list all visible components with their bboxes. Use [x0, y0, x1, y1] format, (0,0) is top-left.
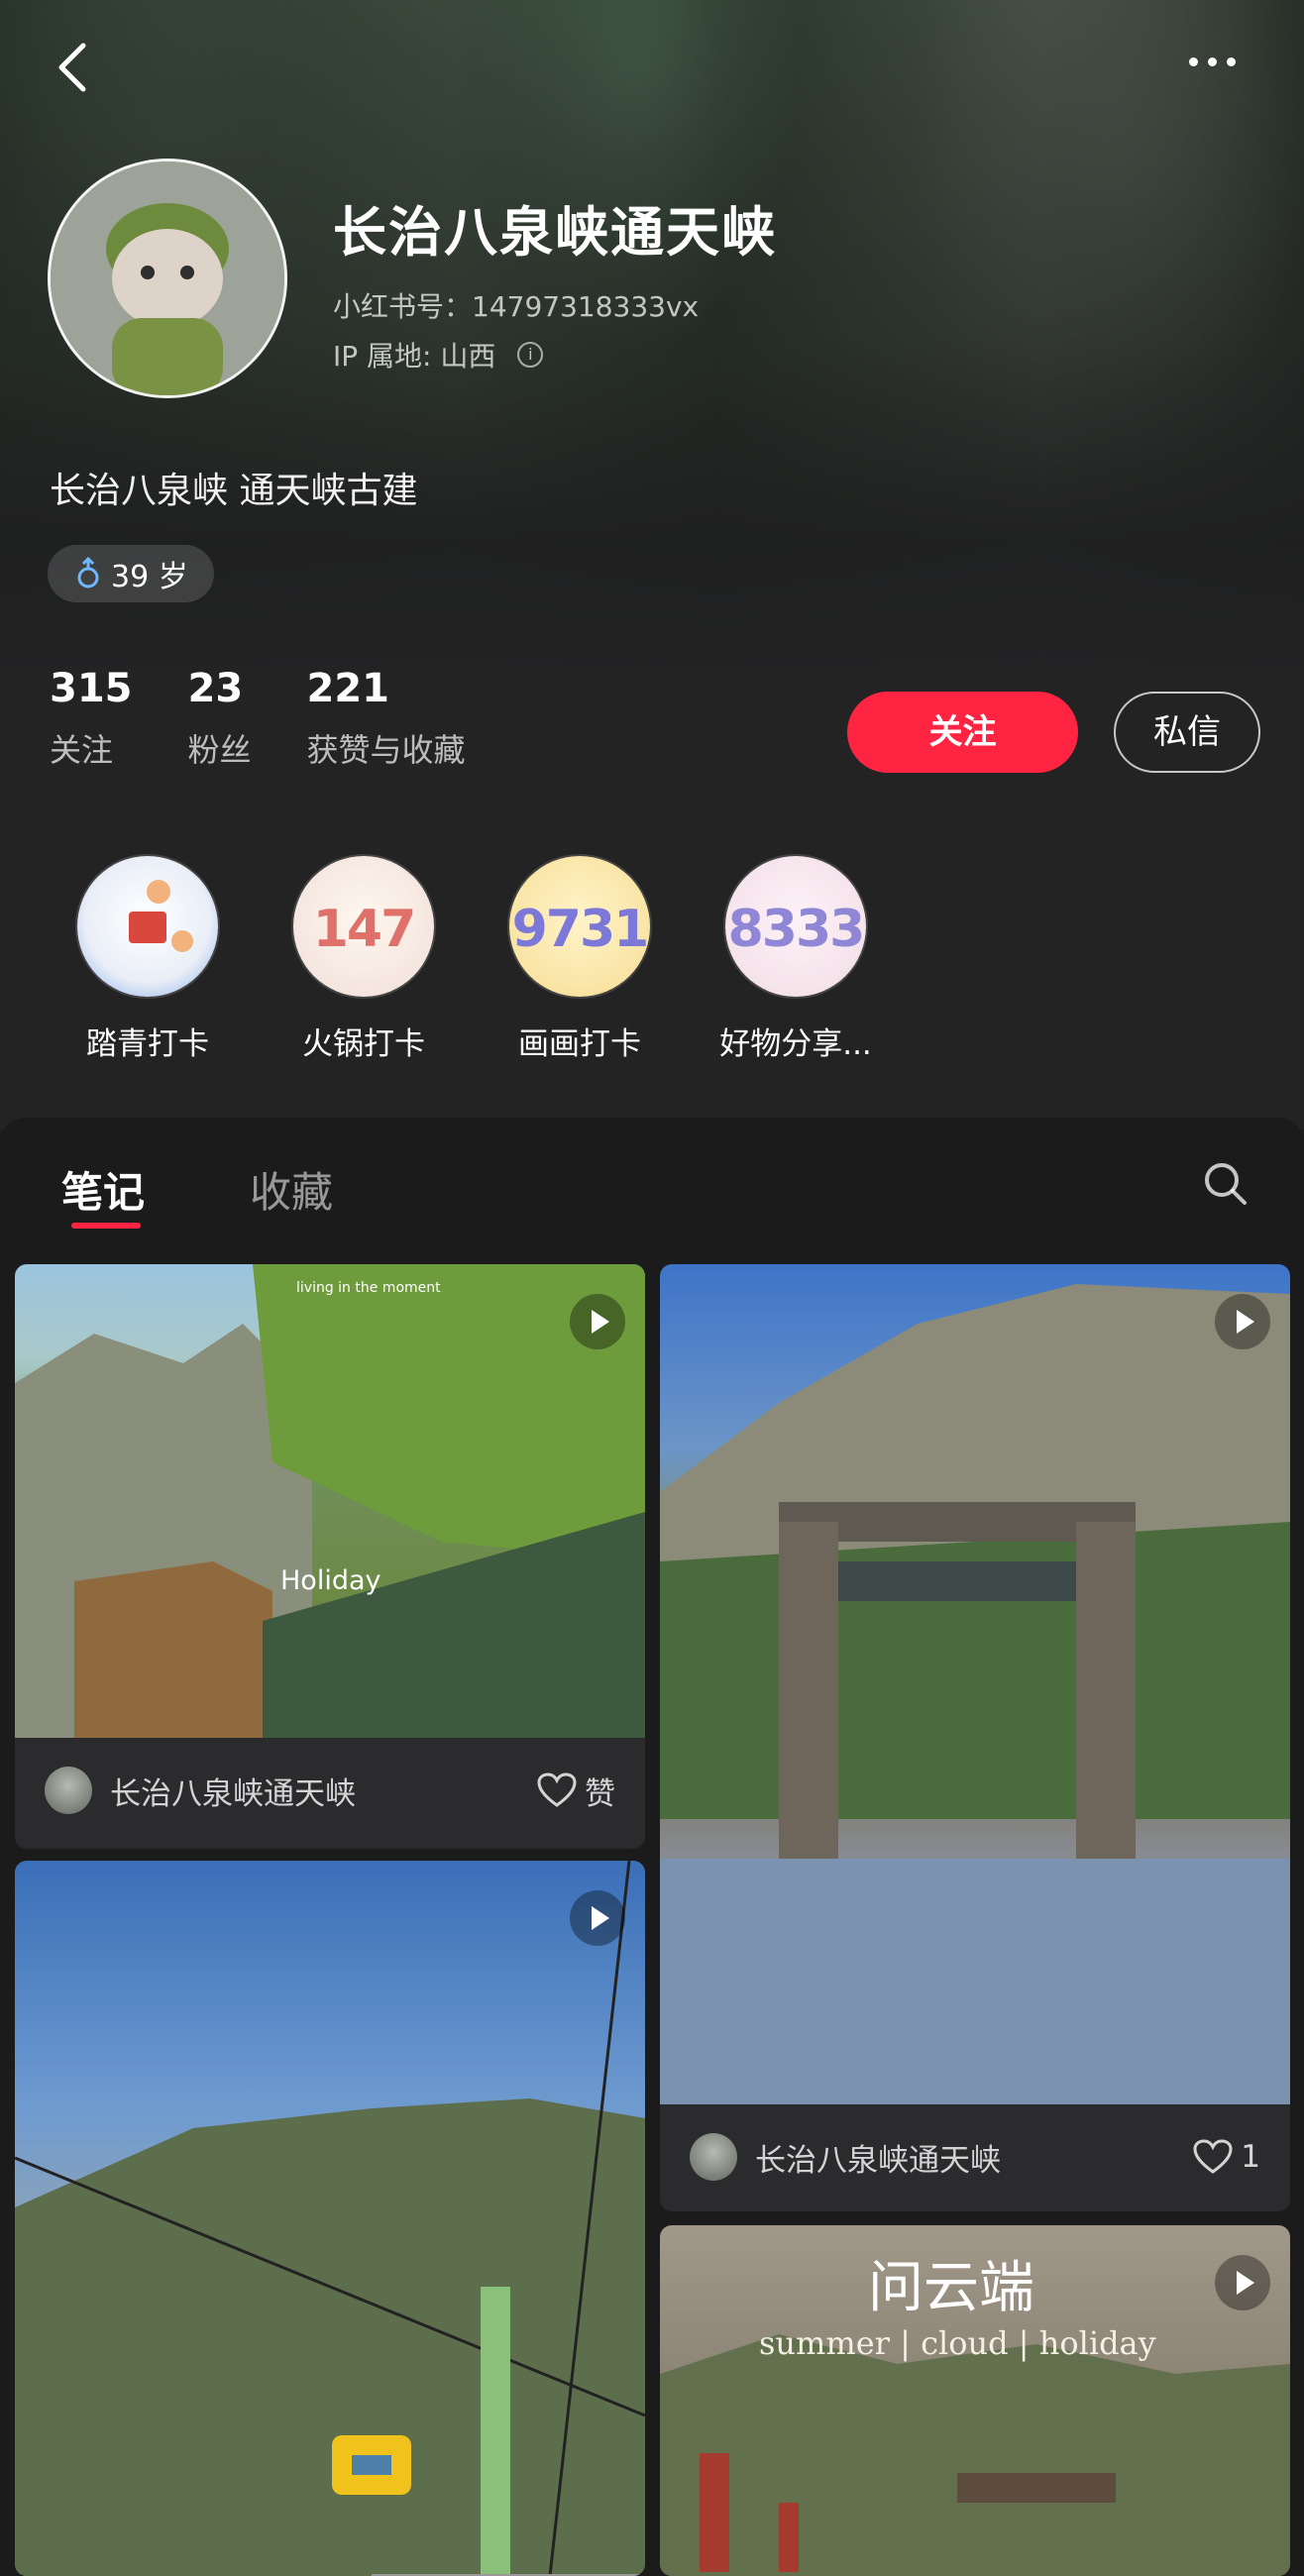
collection-item[interactable]: 踏青打卡 — [40, 856, 256, 1063]
note-card[interactable]: 长治八泉峡通天峡 1 — [660, 1264, 1290, 2211]
note-cover-image — [15, 1861, 645, 2576]
profile-name: 长治八泉峡通天峡 — [333, 201, 777, 264]
stat-followers[interactable]: 23 粉丝 — [188, 666, 252, 771]
author-avatar — [690, 2133, 737, 2181]
video-play-icon — [1215, 1294, 1270, 1349]
collection-label: 画画打卡 — [518, 1026, 641, 1062]
note-cover-image — [660, 1264, 1290, 2104]
collection-cover — [77, 856, 218, 997]
video-play-icon — [570, 1890, 625, 1946]
profile-bio: 长治八泉峡 通天峡古建 — [50, 471, 418, 511]
collection-cover: 147 — [293, 856, 434, 997]
ip-location-text: IP 属地: 山西 — [333, 340, 496, 373]
note-cover-image: Holiday living in the moment — [15, 1264, 645, 1738]
age-tag-text: 39 岁 — [111, 560, 188, 594]
collection-cover: 8333 — [725, 856, 866, 997]
heart-icon — [1193, 2139, 1233, 2174]
male-gender-icon — [77, 557, 99, 589]
tab-notes[interactable]: 笔记 — [61, 1159, 145, 1220]
collection-label: 火锅打卡 — [302, 1026, 425, 1062]
note-card[interactable]: 问云端 summer | cloud | holiday — [660, 2225, 1290, 2576]
like-count: 赞 — [585, 1775, 615, 1812]
note-card-footer: 长治八泉峡通天峡 赞 — [15, 1738, 645, 1843]
stat-value: 221 — [306, 666, 390, 711]
stat-label: 粉丝 — [187, 731, 252, 769]
note-cover-image: 问云端 summer | cloud | holiday — [660, 2225, 1290, 2576]
age-tag: 39 岁 — [48, 545, 214, 602]
cover-overlay-title: 问云端 — [868, 2256, 1034, 2320]
avatar[interactable] — [48, 159, 287, 398]
info-icon[interactable]: i — [517, 342, 544, 368]
stat-label: 获赞与收藏 — [306, 731, 466, 769]
profile-stats: 315 关注 23 粉丝 221 获赞与收藏 — [50, 666, 521, 771]
cover-scenery — [15, 1264, 645, 1738]
search-icon[interactable] — [1201, 1159, 1250, 1209]
follow-button[interactable]: 关注 — [847, 692, 1078, 773]
cover-overlay-subtitle: living in the moment — [296, 1280, 441, 1296]
tab-collections[interactable]: 收藏 — [250, 1159, 333, 1220]
like-count: 1 — [1241, 2139, 1260, 2175]
avatar-plush-doll-image — [51, 161, 284, 395]
back-button[interactable] — [50, 38, 93, 97]
stat-value: 315 — [50, 666, 133, 711]
collection-label: 踏青打卡 — [86, 1026, 209, 1062]
xhs-id: 小红书号：14797318333vx — [333, 290, 700, 323]
stat-value: 23 — [187, 666, 244, 711]
collection-label: 好物分享... — [719, 1026, 872, 1062]
collection-cover-text: 147 — [312, 900, 417, 959]
note-card[interactable] — [15, 1861, 645, 2576]
stat-label: 关注 — [50, 731, 114, 769]
ip-location: IP 属地: 山西 i — [333, 335, 544, 375]
author-name: 长治八泉峡通天峡 — [110, 1775, 356, 1812]
like-button[interactable]: 赞 — [537, 1769, 615, 1813]
cover-overlay-subtitle: summer | cloud | holiday — [759, 2324, 1156, 2362]
more-options-button[interactable] — [1189, 52, 1258, 71]
more-dots-icon — [1189, 57, 1198, 66]
sticker-icon — [129, 880, 193, 952]
video-play-icon — [1215, 2255, 1270, 2310]
author-name: 长治八泉峡通天峡 — [755, 2142, 1001, 2179]
cover-overlay-title: Holiday — [280, 1565, 381, 1596]
cover-scenery — [15, 1861, 645, 2576]
collection-cover: 9731 — [509, 856, 650, 997]
heart-icon — [537, 1772, 577, 1807]
video-play-icon — [570, 1294, 625, 1349]
stat-likes-collections[interactable]: 221 获赞与收藏 — [307, 666, 466, 771]
note-card[interactable]: Holiday living in the moment 长治八泉峡通天峡 赞 — [15, 1264, 645, 1849]
content-tabs: 笔记 收藏 — [0, 1118, 1304, 1252]
stat-following[interactable]: 315 关注 — [50, 666, 133, 771]
collection-item[interactable]: 147 火锅打卡 — [256, 856, 472, 1063]
like-button[interactable]: 1 — [1193, 2139, 1260, 2175]
message-button[interactable]: 私信 — [1114, 692, 1260, 773]
collection-list: 踏青打卡 147 火锅打卡 9731 画画打卡 8333 好物分享... — [40, 856, 904, 1063]
note-card-footer: 长治八泉峡通天峡 1 — [660, 2104, 1290, 2209]
author-avatar — [45, 1767, 92, 1814]
cover-scenery — [660, 1284, 1290, 2104]
collection-item[interactable]: 8333 好物分享... — [688, 856, 904, 1063]
chevron-left-icon — [58, 43, 86, 92]
collection-item[interactable]: 9731 画画打卡 — [472, 856, 688, 1063]
collection-cover-text: 8333 — [727, 900, 866, 959]
tab-active-indicator — [71, 1223, 141, 1229]
collection-cover-text: 9731 — [511, 900, 650, 959]
